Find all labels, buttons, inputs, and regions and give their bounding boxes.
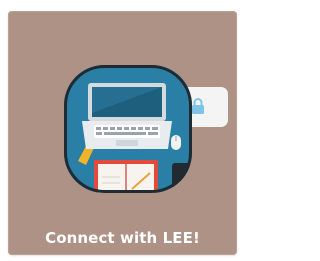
tile-label: Connect with LEE! [45, 229, 200, 247]
laptop-desk-icon [64, 65, 192, 193]
connect-app-tile[interactable]: Connect with LEE! [8, 11, 237, 255]
lock-icon [192, 98, 204, 114]
